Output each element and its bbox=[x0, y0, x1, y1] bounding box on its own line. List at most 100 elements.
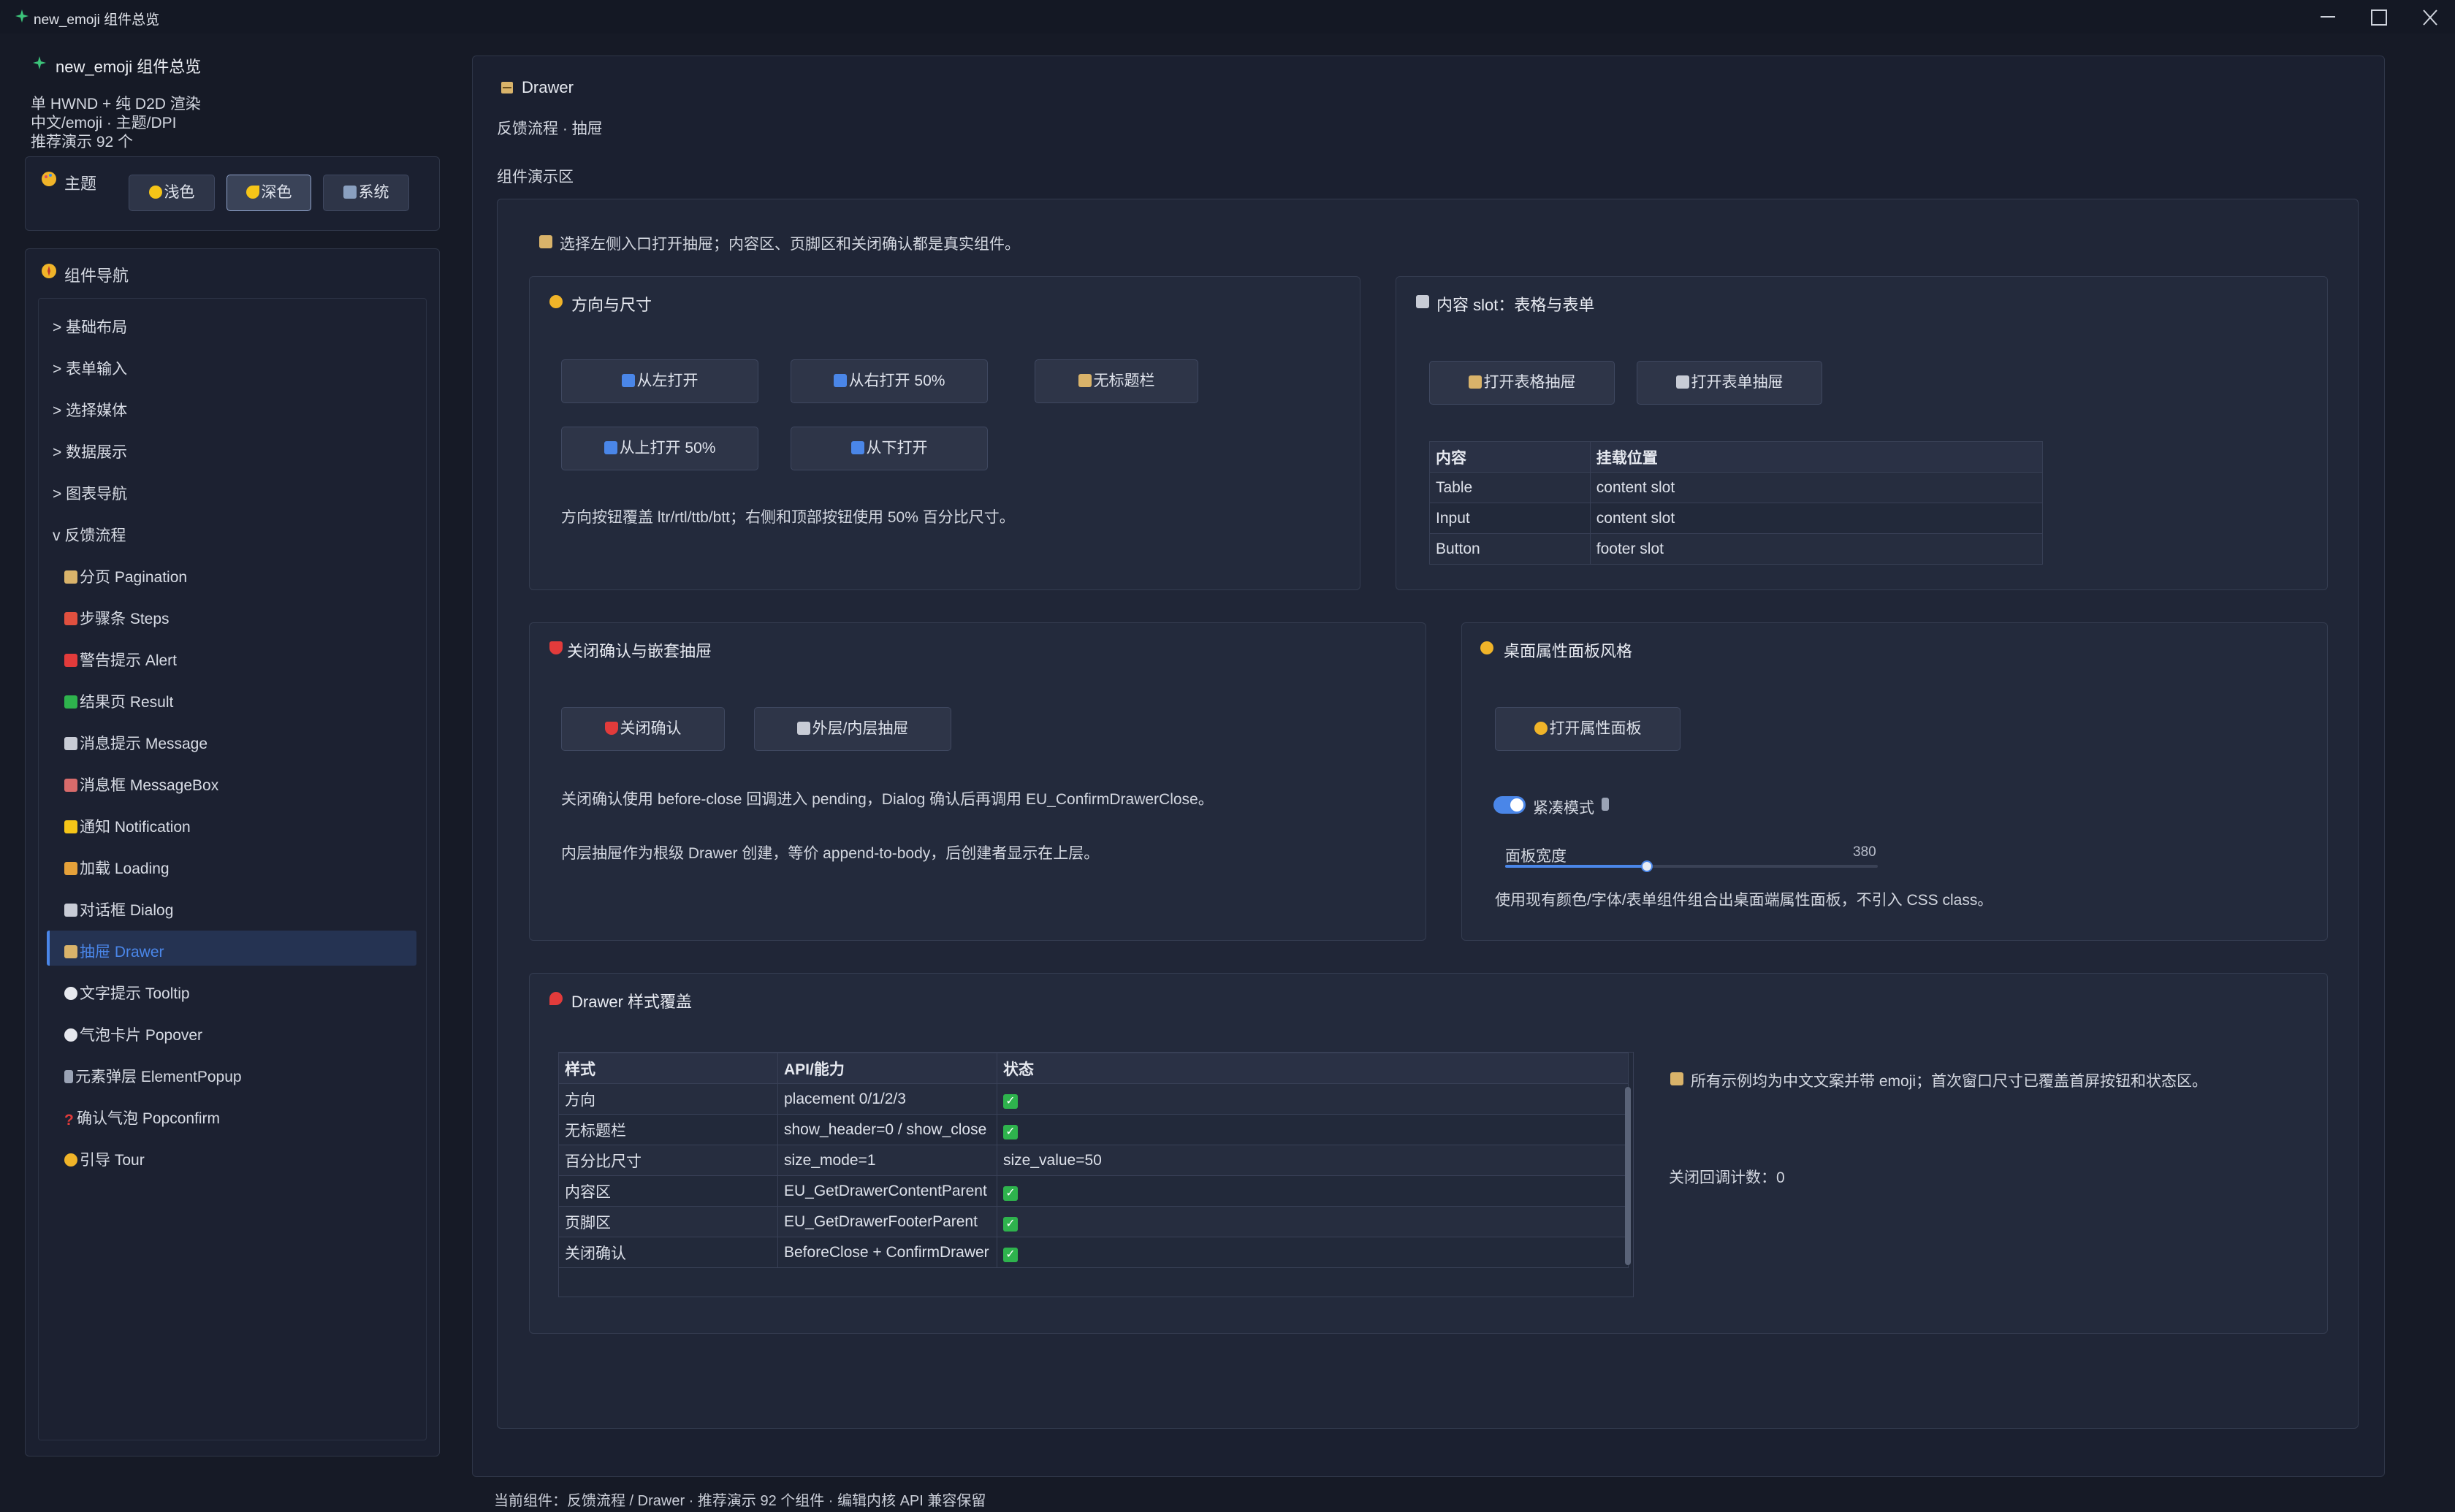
minimize-button[interactable] bbox=[2307, 3, 2348, 31]
moon-icon bbox=[246, 186, 259, 199]
nav-item-result[interactable]: 结果页 Result bbox=[64, 690, 173, 712]
nav-item-messagebox[interactable]: 消息框 MessageBox bbox=[64, 774, 218, 795]
compass-icon bbox=[549, 295, 563, 308]
compass-icon bbox=[41, 263, 57, 283]
style-override-card-title: Drawer 样式覆盖 bbox=[571, 993, 693, 1011]
compact-mode-toggle[interactable] bbox=[1493, 796, 1526, 814]
check-icon: ✓ bbox=[1003, 1186, 1018, 1201]
nav-item-steps[interactable]: 步骤条 Steps bbox=[64, 607, 170, 629]
layers-icon bbox=[796, 722, 810, 735]
bell-icon bbox=[64, 820, 77, 833]
nav-item-pagination[interactable]: 分页 Pagination bbox=[64, 565, 187, 587]
table-header: 内容 bbox=[1429, 441, 1591, 473]
theme-system-button[interactable]: 系统 bbox=[323, 175, 409, 211]
nested-drawer-note: 内层抽屉作为根级 Drawer 创建，等价 append-to-body，后创建… bbox=[561, 845, 1100, 862]
compact-mode-label: 紧凑模式 bbox=[1533, 800, 1594, 817]
desktop-panel-note: 使用现有颜色/字体/表单组件组合出桌面端属性面板，不引入 CSS class。 bbox=[1495, 892, 1993, 909]
nav-group-feedback-flow[interactable]: v 反馈流程 bbox=[53, 524, 126, 546]
palette-icon bbox=[41, 171, 57, 191]
table-row: 方向 placement 0/1/2/3 ✓ bbox=[558, 1083, 1629, 1115]
desktop-panel-card-title: 桌面属性面板风格 bbox=[1504, 642, 1633, 660]
question-icon: ? bbox=[64, 1112, 74, 1129]
nav-item-notification[interactable]: 通知 Notification bbox=[64, 815, 191, 837]
table-row: Table content slot bbox=[1429, 472, 2044, 503]
arrow-down-icon bbox=[604, 441, 617, 454]
table-row: 百分比尺寸 size_mode=1 size_value=50 bbox=[558, 1145, 1629, 1176]
title-bar: new_emoji 组件总览 bbox=[0, 0, 2455, 34]
nav-group-select-media[interactable]: > 选择媒体 bbox=[53, 399, 127, 421]
mailbox-icon bbox=[64, 779, 77, 792]
close-callback-counter: 关闭回调计数：0 bbox=[1669, 1169, 1785, 1186]
direction-note: 方向按钮覆盖 ltr/rtl/ttb/btt；右侧和顶部按钮使用 50% 百分比… bbox=[561, 509, 1015, 526]
panel-width-slider-thumb[interactable] bbox=[1641, 860, 1653, 872]
maximize-button[interactable] bbox=[2359, 3, 2399, 31]
close-confirm-card bbox=[529, 622, 1426, 941]
phone-icon bbox=[64, 1070, 73, 1083]
table-row: 关闭确认 BeforeClose + ConfirmDrawer ✓ bbox=[558, 1237, 1629, 1268]
pin-icon bbox=[549, 992, 563, 1005]
arrow-up-icon bbox=[850, 441, 864, 454]
nav-item-message[interactable]: 消息提示 Message bbox=[64, 732, 208, 754]
open-left-button[interactable]: 从左打开 bbox=[561, 359, 758, 403]
content-slot-table: 内容 挂载位置 Table content slot Input content sl… bbox=[1429, 441, 2044, 565]
clipboard-icon bbox=[1416, 295, 1429, 308]
table-icon bbox=[1468, 375, 1482, 389]
form-icon bbox=[1675, 375, 1689, 389]
demo-area-label: 组件演示区 bbox=[497, 169, 574, 186]
nav-item-tour[interactable]: 引导 Tour bbox=[64, 1148, 145, 1170]
nav-item-loading[interactable]: 加载 Loading bbox=[64, 857, 170, 879]
nav-item-popover[interactable]: 气泡卡片 Popover bbox=[64, 1023, 202, 1045]
drawer-icon bbox=[1670, 1072, 1683, 1085]
panel-width-slider-fill bbox=[1505, 865, 1647, 868]
open-bottom-button[interactable]: 从下打开 bbox=[791, 427, 988, 470]
phone-icon bbox=[1602, 798, 1609, 811]
nav-item-drawer[interactable]: 抽屉 Drawer bbox=[64, 940, 164, 962]
nav-item-dialog[interactable]: 对话框 Dialog bbox=[64, 898, 173, 920]
open-property-panel-button[interactable]: 打开属性面板 bbox=[1495, 707, 1681, 751]
demo-hint: 选择左侧入口打开抽屉；内容区、页脚区和关闭确认都是真实组件。 bbox=[560, 236, 1020, 253]
theme-label: 主题 bbox=[64, 175, 97, 193]
table-scrollbar[interactable] bbox=[1625, 1087, 1631, 1265]
app-logo-icon bbox=[15, 9, 29, 28]
nav-group-chart-nav[interactable]: > 图表导航 bbox=[53, 482, 127, 504]
breadcrumb: 反馈流程 · 抽屉 bbox=[497, 121, 603, 137]
close-button[interactable] bbox=[2410, 3, 2451, 31]
nav-title: 组件导航 bbox=[64, 267, 129, 285]
open-table-drawer-button[interactable]: 打开表格抽屉 bbox=[1429, 361, 1615, 405]
page-icon bbox=[64, 570, 77, 584]
table-row: Input content slot bbox=[1429, 503, 2044, 534]
panel-width-slider-track[interactable] bbox=[1505, 860, 1878, 872]
nav-item-popconfirm[interactable]: ? 确认气泡 Popconfirm bbox=[64, 1107, 220, 1129]
table-header: API/能力 bbox=[777, 1053, 997, 1084]
nav-group-form-input[interactable]: > 表单输入 bbox=[53, 357, 127, 379]
nav-item-alert[interactable]: 警告提示 Alert bbox=[64, 649, 177, 671]
style-override-table: 样式 API/能力 状态 方向 placement 0/1/2/3 ✓ 无标题栏 show… bbox=[558, 1053, 1629, 1268]
open-top-button[interactable]: 从上打开 50% bbox=[561, 427, 758, 470]
nav-group-basic-layout[interactable]: > 基础布局 bbox=[53, 316, 127, 337]
nav-group-data-display[interactable]: > 数据展示 bbox=[53, 440, 127, 462]
theme-dark-button[interactable]: 深色 bbox=[227, 175, 311, 211]
table-header: 挂载位置 bbox=[1589, 441, 2044, 473]
bubble-icon bbox=[64, 1028, 77, 1042]
page-title: Drawer bbox=[522, 78, 574, 96]
nested-drawer-button[interactable]: 外层/内层抽屉 bbox=[754, 707, 951, 751]
no-header-button[interactable]: 无标题栏 bbox=[1035, 359, 1198, 403]
open-right-button[interactable]: 从右打开 50% bbox=[791, 359, 988, 403]
shield-icon bbox=[549, 641, 563, 654]
table-row: 页脚区 EU_GetDrawerFooterParent ✓ bbox=[558, 1206, 1629, 1237]
toggle-knob bbox=[1510, 798, 1523, 812]
theme-light-button[interactable]: 浅色 bbox=[129, 175, 215, 211]
drawer-icon bbox=[500, 80, 514, 99]
dialog-icon bbox=[64, 904, 77, 917]
table-row: Button footer slot bbox=[1429, 533, 2044, 565]
nav-item-tooltip[interactable]: 文字提示 Tooltip bbox=[64, 982, 190, 1004]
sun-icon bbox=[148, 186, 162, 199]
nav-item-elementpopup[interactable]: 元素弹层 ElementPopup bbox=[64, 1065, 242, 1087]
palette-icon bbox=[1534, 722, 1548, 735]
close-confirm-button[interactable]: 关闭确认 bbox=[561, 707, 725, 751]
open-form-drawer-button[interactable]: 打开表单抽屉 bbox=[1637, 361, 1822, 405]
panel-width-value: 380 bbox=[1853, 844, 1876, 860]
check-icon: ✓ bbox=[1003, 1094, 1018, 1109]
status-bar: 当前组件：反馈流程 / Drawer · 推荐演示 92 个组件 · 编辑内核 … bbox=[494, 1493, 986, 1509]
window-title: new_emoji 组件总览 bbox=[34, 12, 160, 28]
